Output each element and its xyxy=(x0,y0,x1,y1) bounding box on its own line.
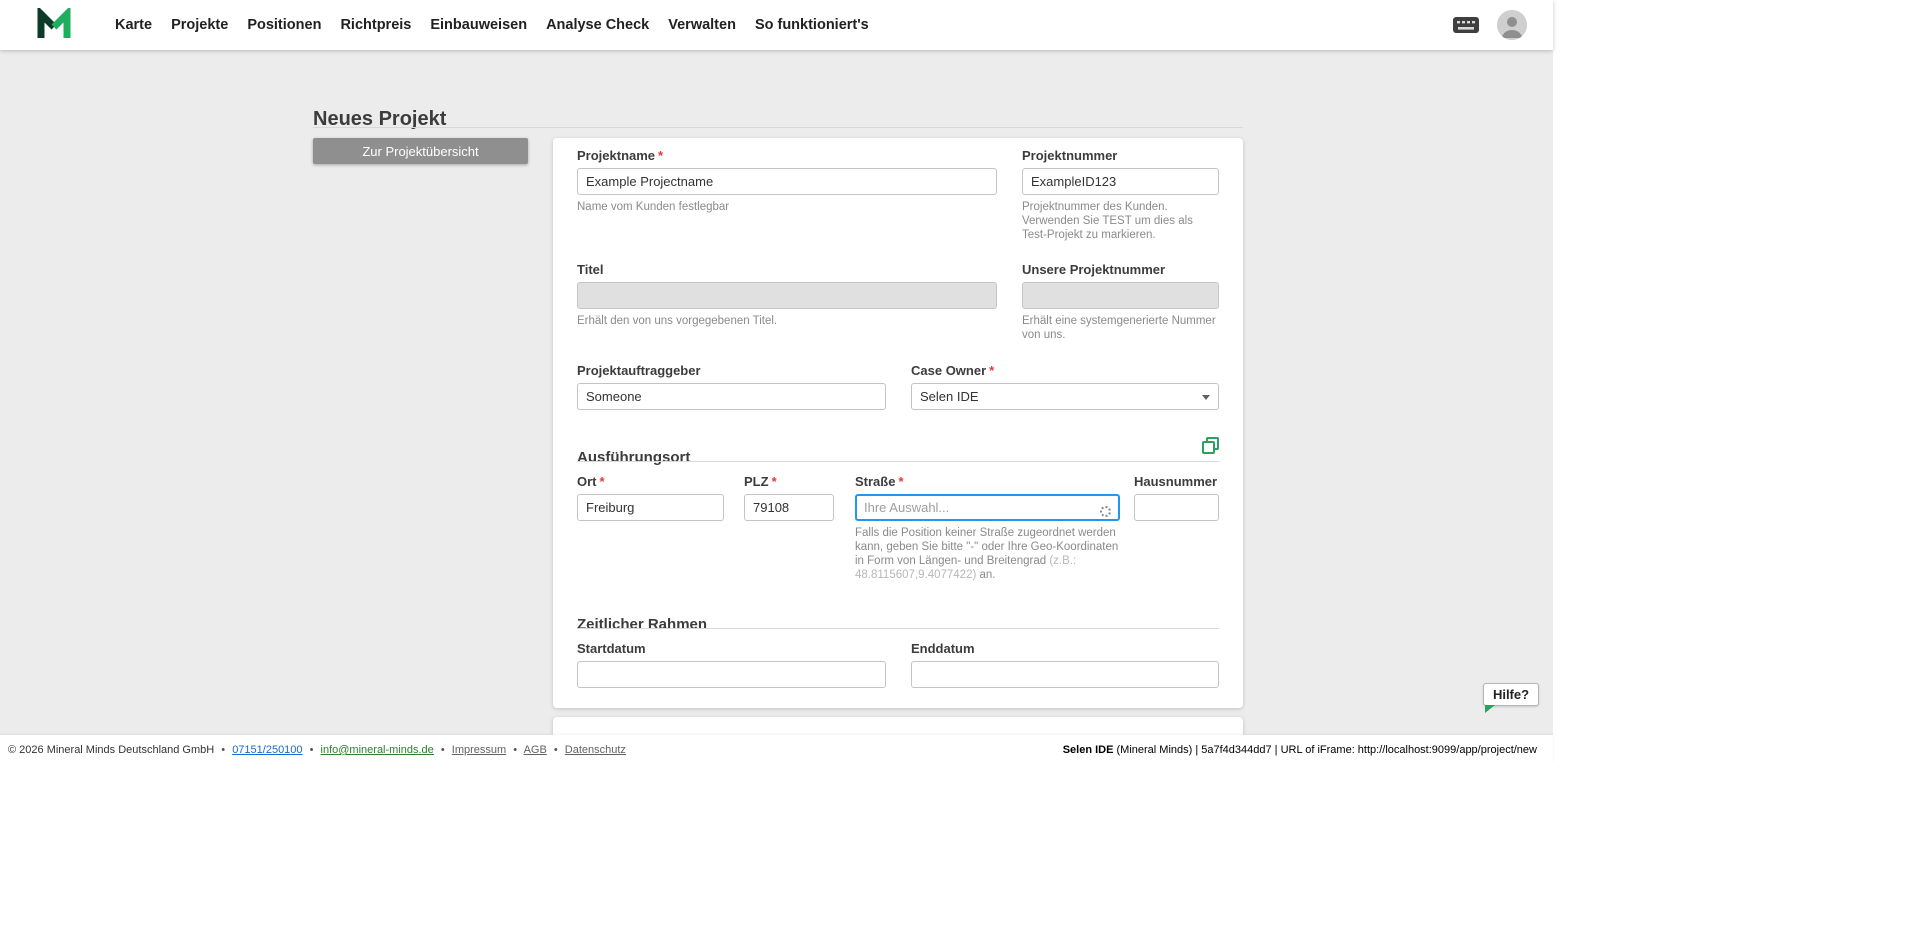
navbar-right-actions xyxy=(1453,10,1553,40)
field-projektnummer: Projektnummer Projektnummer des Kunden. … xyxy=(1022,148,1219,242)
copyright-text: © 2026 Mineral Minds Deutschland GmbH xyxy=(8,744,214,756)
nav-item-karte[interactable]: Karte xyxy=(115,0,152,50)
unsere-projektnummer-input xyxy=(1022,282,1219,309)
footer-agb-link[interactable]: AGB xyxy=(524,744,547,756)
section-divider xyxy=(577,461,1219,462)
new-project-form-card: Projektname* Name vom Kunden festlegbar … xyxy=(553,138,1243,708)
nav-item-projekte[interactable]: Projekte xyxy=(171,0,228,50)
plz-input[interactable] xyxy=(744,494,834,521)
top-navbar: Karte Projekte Positionen Richtpreis Ein… xyxy=(0,0,1553,50)
projektnummer-label: Projektnummer xyxy=(1022,148,1219,164)
titel-helper: Erhält den von uns vorgegebenen Titel. xyxy=(577,314,997,328)
hausnummer-label: Hausnummer xyxy=(1134,474,1219,490)
strasse-input-wrap xyxy=(855,494,1120,521)
app-window: Karte Projekte Positionen Richtpreis Ein… xyxy=(0,0,1553,765)
strasse-label: Straße* xyxy=(855,474,1120,490)
footer: © 2026 Mineral Minds Deutschland GmbH • … xyxy=(0,735,1553,765)
plz-label: PLZ* xyxy=(744,474,834,490)
startdatum-label: Startdatum xyxy=(577,641,886,657)
projektauftraggeber-input[interactable] xyxy=(577,383,886,410)
field-unsere-projektnummer: Unsere Projektnummer Erhält eine systemg… xyxy=(1022,262,1219,342)
field-ort: Ort* xyxy=(577,474,724,521)
next-card-partial xyxy=(553,717,1243,735)
required-marker: * xyxy=(658,148,663,163)
main-content: Neues Projekt Zur Projektübersicht Proje… xyxy=(0,50,1553,735)
nav-item-richtpreis[interactable]: Richtpreis xyxy=(340,0,411,50)
field-hausnummer: Hausnummer xyxy=(1134,474,1219,521)
footer-left: © 2026 Mineral Minds Deutschland GmbH • … xyxy=(8,744,626,756)
projektnummer-helper: Projektnummer des Kunden. Verwenden Sie … xyxy=(1022,200,1219,242)
field-projektname: Projektname* Name vom Kunden festlegbar xyxy=(577,148,997,214)
projektnummer-input[interactable] xyxy=(1022,168,1219,195)
footer-session-info: Selen IDE (Mineral Minds) | 5a7f4d344dd7… xyxy=(1063,744,1537,756)
field-plz: PLZ* xyxy=(744,474,834,521)
projektauftraggeber-label: Projektauftraggeber xyxy=(577,363,886,379)
projektname-input[interactable] xyxy=(577,168,997,195)
case-owner-selected-value: Selen IDE xyxy=(920,389,979,404)
footer-session-detail: (Mineral Minds) | 5a7f4d344dd7 | URL of … xyxy=(1113,744,1537,756)
title-divider xyxy=(313,127,1243,128)
user-avatar[interactable] xyxy=(1497,10,1527,40)
field-case-owner: Case Owner* Selen IDE xyxy=(911,363,1219,410)
required-marker: * xyxy=(989,363,994,378)
nav-item-analyse-check[interactable]: Analyse Check xyxy=(546,0,649,50)
case-owner-label: Case Owner* xyxy=(911,363,1219,379)
section-title-ausfuehrungsort: Ausführungsort xyxy=(577,449,690,467)
strasse-input[interactable] xyxy=(855,494,1120,521)
enddatum-label: Enddatum xyxy=(911,641,1219,657)
nav-item-so-funktionierts[interactable]: So funktioniert's xyxy=(755,0,869,50)
nav-item-einbauweisen[interactable]: Einbauweisen xyxy=(430,0,527,50)
nav-item-positionen[interactable]: Positionen xyxy=(247,0,321,50)
loading-spinner-icon xyxy=(1100,506,1111,517)
mineral-minds-logo-icon[interactable] xyxy=(36,8,72,42)
titel-label: Titel xyxy=(577,262,997,278)
projektname-helper: Name vom Kunden festlegbar xyxy=(577,200,997,214)
field-titel: Titel Erhält den von uns vorgegebenen Ti… xyxy=(577,262,997,328)
back-to-project-overview-button[interactable]: Zur Projektübersicht xyxy=(313,138,528,164)
strasse-helper: Falls die Position keiner Straße zugeord… xyxy=(855,526,1120,582)
main-navigation: Karte Projekte Positionen Richtpreis Ein… xyxy=(115,0,869,50)
ort-input[interactable] xyxy=(577,494,724,521)
section-divider xyxy=(577,628,1219,629)
footer-datenschutz-link[interactable]: Datenschutz xyxy=(565,744,626,756)
case-owner-select[interactable]: Selen IDE xyxy=(911,383,1219,410)
field-startdatum: Startdatum xyxy=(577,641,886,688)
field-strasse: Straße* Falls die Position keiner Straße… xyxy=(855,474,1120,582)
ort-label: Ort* xyxy=(577,474,724,490)
section-title-zeitlicher-rahmen: Zeitlicher Rahmen xyxy=(577,616,707,634)
footer-impressum-link[interactable]: Impressum xyxy=(452,744,506,756)
keyboard-icon[interactable] xyxy=(1453,16,1479,34)
required-marker: * xyxy=(600,474,605,489)
footer-user-name: Selen IDE xyxy=(1063,744,1114,756)
nav-item-verwalten[interactable]: Verwalten xyxy=(668,0,736,50)
field-projektauftraggeber: Projektauftraggeber xyxy=(577,363,886,410)
startdatum-input[interactable] xyxy=(577,661,886,688)
chevron-down-icon xyxy=(1202,395,1210,400)
projektname-label: Projektname* xyxy=(577,148,997,164)
footer-phone-link[interactable]: 07151/250100 xyxy=(232,744,302,756)
hausnummer-input[interactable] xyxy=(1134,494,1219,521)
unsere-projektnummer-helper: Erhält eine systemgenerierte Nummer von … xyxy=(1022,314,1219,342)
copy-icon[interactable] xyxy=(1202,437,1219,454)
footer-email-link[interactable]: info@mineral-minds.de xyxy=(321,744,434,756)
required-marker: * xyxy=(898,474,903,489)
field-enddatum: Enddatum xyxy=(911,641,1219,688)
unsere-projektnummer-label: Unsere Projektnummer xyxy=(1022,262,1219,278)
required-marker: * xyxy=(772,474,777,489)
help-button[interactable]: Hilfe? xyxy=(1483,683,1539,706)
titel-input xyxy=(577,282,997,309)
enddatum-input[interactable] xyxy=(911,661,1219,688)
